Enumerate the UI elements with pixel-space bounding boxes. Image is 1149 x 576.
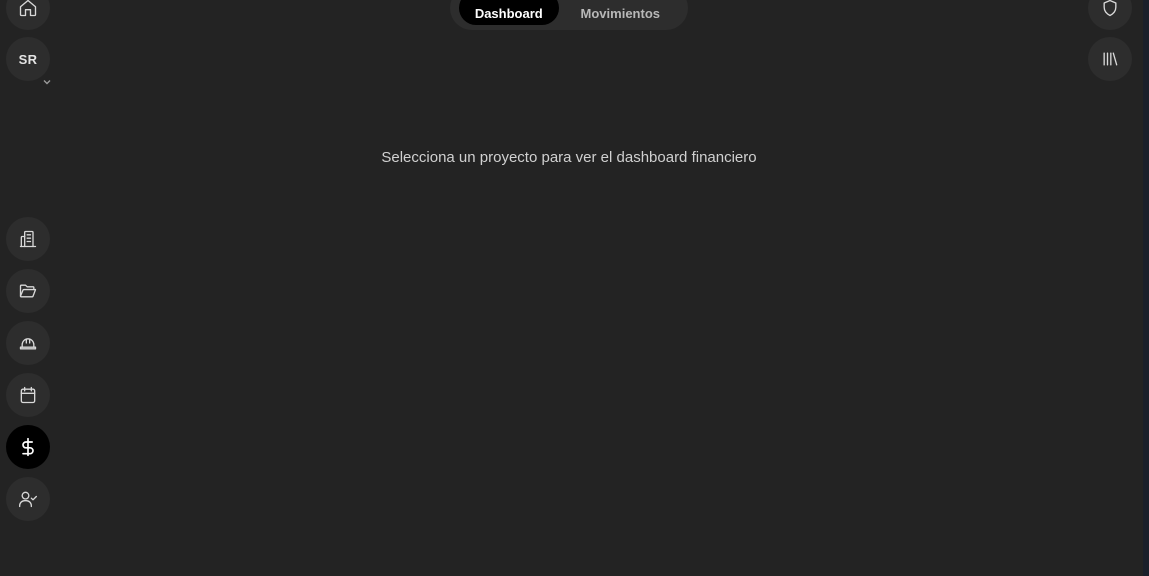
- hard-hat-icon: [19, 338, 37, 350]
- sidebar-item-calendar[interactable]: [6, 373, 50, 417]
- home-button[interactable]: [6, 0, 50, 30]
- window-edge: [1143, 0, 1149, 576]
- sidebar-item-finance[interactable]: [6, 425, 50, 469]
- home-icon: [19, 0, 37, 17]
- empty-state-message: Selecciona un proyecto para ver el dashb…: [381, 149, 757, 166]
- shield-icon: [1103, 0, 1117, 17]
- calendar-icon: [20, 386, 36, 404]
- sidebar-item-projects[interactable]: [6, 269, 50, 313]
- dollar-icon: [22, 437, 34, 457]
- sidebar-item-buildings[interactable]: [6, 217, 50, 261]
- building-icon: [19, 230, 37, 248]
- user-check-icon: [19, 491, 37, 508]
- sidebar-item-construction[interactable]: [6, 321, 50, 365]
- tab-movimientos[interactable]: Movimientos: [559, 0, 682, 25]
- security-button[interactable]: [1088, 0, 1132, 30]
- sidebar-item-users[interactable]: [6, 477, 50, 521]
- library-icon: [1103, 52, 1118, 66]
- folder-open-icon: [19, 284, 37, 298]
- tab-dashboard[interactable]: Dashboard: [459, 0, 559, 25]
- library-button[interactable]: [1088, 37, 1132, 81]
- view-tabs: Dashboard Movimientos: [450, 0, 688, 30]
- avatar-initials: SR: [18, 51, 38, 67]
- chevron-down-icon[interactable]: [42, 73, 52, 85]
